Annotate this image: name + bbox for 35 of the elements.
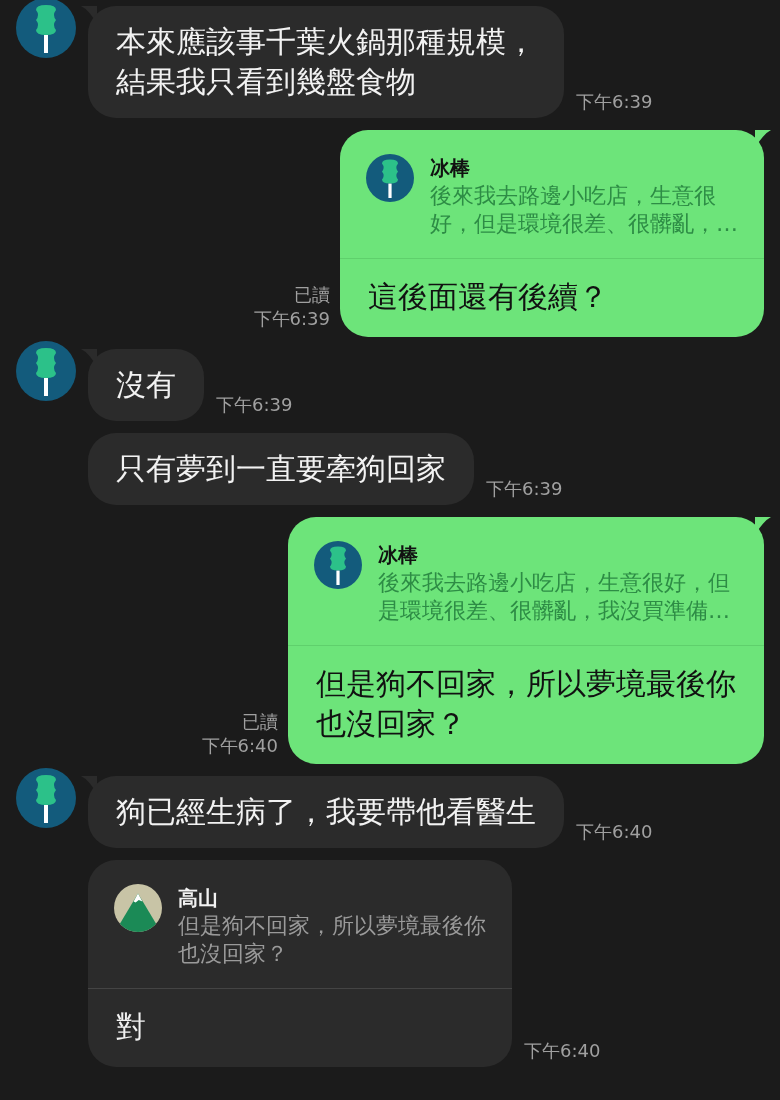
message-bubble[interactable]: 冰棒 後來我去路邊小吃店，生意很好，但 是環境很差、很髒亂，我沒買準備… 但是狗不回家，所以夢境最後你 也沒回家？ <box>288 517 764 764</box>
message-bubble[interactable]: 沒有 <box>88 349 204 421</box>
message-text: 這後面還有後續？ <box>368 278 609 316</box>
message-time: 下午6:40 <box>201 734 278 758</box>
message-time: 下午6:40 <box>576 820 653 844</box>
quoted-sender-name: 冰棒 <box>430 155 471 182</box>
message-time: 下午6:39 <box>253 307 330 331</box>
message-text: 只有夢到一直要牽狗回家 <box>116 450 446 488</box>
message-bubble[interactable]: 冰棒 後來我去路邊小吃店，生意很 好，但是環境很差、很髒亂，… 這後面還有後續？ <box>340 130 764 337</box>
message-bubble[interactable]: 本來應該事千葉火鍋那種規模， 結果我只看到幾盤食物 <box>88 6 564 118</box>
message-text: 沒有 <box>116 366 176 404</box>
message-bubble[interactable]: 高山 但是狗不回家，所以夢境最後你 也沒回家？ 對 <box>88 860 512 1067</box>
message-text: 狗已經生病了，我要帶他看醫生 <box>116 793 536 831</box>
quoted-message-text: 後來我去路邊小吃店，生意很 好，但是環境很差、很髒亂，… <box>430 182 738 238</box>
message-bubble[interactable]: 只有夢到一直要牽狗回家 <box>88 433 474 505</box>
quoted-message-text: 但是狗不回家，所以夢境最後你 也沒回家？ <box>178 912 486 968</box>
message-time: 下午6:40 <box>524 1039 601 1063</box>
message-text: 但是狗不回家，所以夢境最後你 也沒回家？ <box>316 665 736 743</box>
popsicle-avatar-icon <box>314 541 362 589</box>
read-receipt: 已讀 <box>242 710 278 734</box>
popsicle-avatar-icon <box>366 154 414 202</box>
quoted-sender-name: 高山 <box>178 885 219 912</box>
read-receipt: 已讀 <box>294 283 330 307</box>
quoted-sender-name: 冰棒 <box>378 542 419 569</box>
quoted-message-text: 後來我去路邊小吃店，生意很好，但 是環境很差、很髒亂，我沒買準備… <box>378 569 730 625</box>
message-text: 本來應該事千葉火鍋那種規模， 結果我只看到幾盤食物 <box>116 23 536 101</box>
message-time: 下午6:39 <box>486 477 563 501</box>
popsicle-avatar-icon <box>16 341 76 401</box>
message-time: 下午6:39 <box>216 393 293 417</box>
mountain-avatar-icon <box>114 884 162 932</box>
message-time: 下午6:39 <box>576 90 653 114</box>
message-bubble[interactable]: 狗已經生病了，我要帶他看醫生 <box>88 776 564 848</box>
popsicle-avatar-icon <box>16 768 76 828</box>
message-text: 對 <box>116 1008 147 1046</box>
popsicle-avatar-icon <box>16 0 76 58</box>
